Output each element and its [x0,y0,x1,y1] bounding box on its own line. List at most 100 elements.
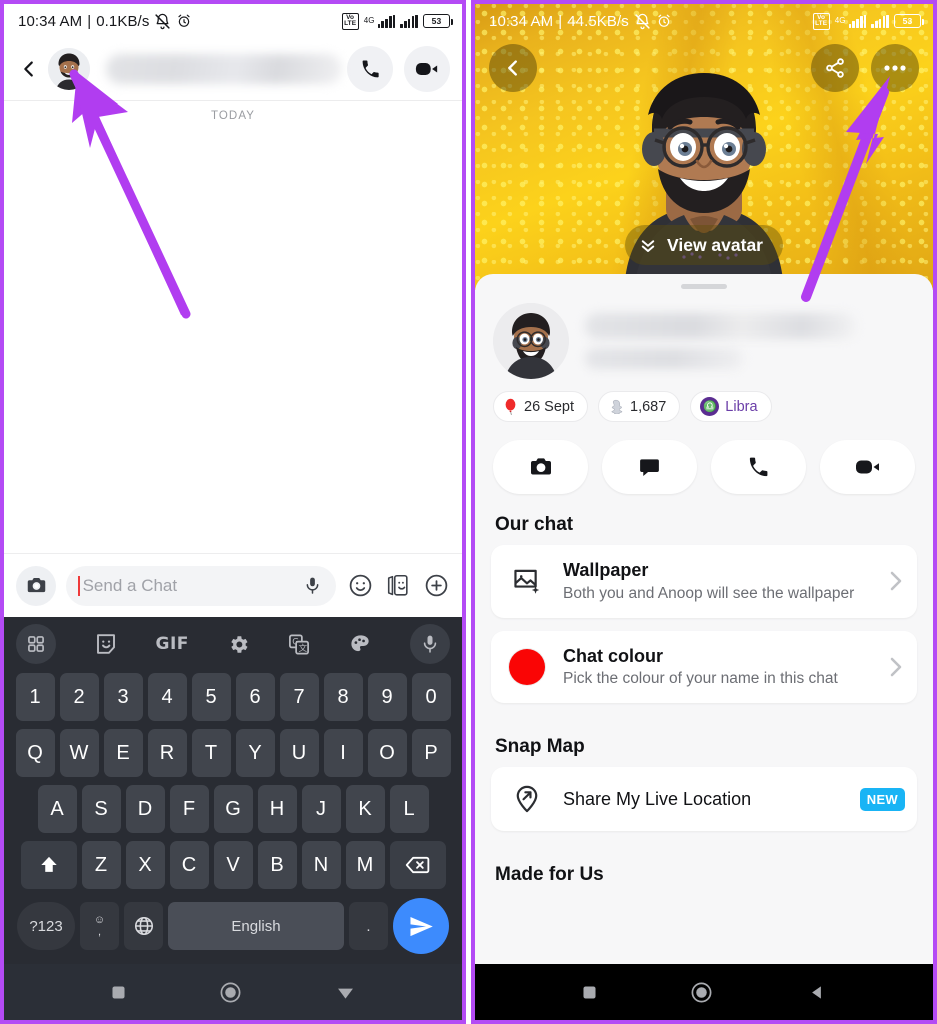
triangle-back-icon[interactable] [335,982,356,1003]
wallpaper-row[interactable]: Wallpaper Both you and Anoop will see th… [491,545,917,618]
key-a[interactable]: A [37,785,77,833]
video-call-button[interactable] [820,440,915,494]
key-p[interactable]: P [411,729,451,777]
key-z[interactable]: Z [81,841,121,889]
sticker-icon[interactable] [94,632,118,656]
wallpaper-subtitle: Both you and Anoop will see the wallpape… [563,584,855,602]
location-pin-arrow-icon [507,784,547,814]
video-call-button[interactable] [404,46,450,92]
status-data-rate: 44.5KB/s [567,12,629,30]
chevron-right-icon [889,570,905,592]
gif-icon[interactable]: GIF [156,634,189,654]
symbols-key[interactable]: ?123 [17,902,75,950]
cameos-icon[interactable] [384,573,412,598]
key-5[interactable]: 5 [191,673,231,721]
profile-identity-row [491,289,917,379]
libra-zodiac-icon: ♎ [700,397,720,416]
emoji-comma-key[interactable]: ☺ , [80,902,119,950]
key-j[interactable]: J [301,785,341,833]
chat-colour-text: Chat colour Pick the colour of your name… [563,645,873,690]
smiley-face-icon[interactable] [346,573,374,598]
triangle-back-icon[interactable] [806,982,827,1003]
send-paper-plane-icon[interactable] [393,898,449,954]
key-w[interactable]: W [59,729,99,777]
zodiac-label: Libra [725,398,758,415]
key-v[interactable]: V [213,841,253,889]
share-live-location-text: Share My Live Location [563,788,844,811]
key-t[interactable]: T [191,729,231,777]
key-q[interactable]: Q [15,729,55,777]
square-recents-icon[interactable] [581,984,598,1001]
back-chevron-icon[interactable] [14,52,44,86]
theme-palette-icon[interactable] [349,633,372,656]
voice-input-icon[interactable] [410,624,450,664]
key-l[interactable]: L [389,785,429,833]
square-recents-icon[interactable] [110,984,127,1001]
chat-colour-title: Chat colour [563,645,664,666]
plus-circle-icon[interactable] [422,573,450,598]
key-3[interactable]: 3 [103,673,143,721]
key-u[interactable]: U [279,729,319,777]
key-e[interactable]: E [103,729,143,777]
camera-icon[interactable] [16,565,56,606]
key-8[interactable]: 8 [323,673,363,721]
key-9[interactable]: 9 [367,673,407,721]
key-y[interactable]: Y [235,729,275,777]
key-g[interactable]: G [213,785,253,833]
share-nodes-icon[interactable] [811,44,859,92]
key-s[interactable]: S [81,785,121,833]
backspace-icon[interactable] [389,841,446,889]
key-n[interactable]: N [301,841,341,889]
contact-name-blurred [106,54,342,84]
space-key[interactable]: English [168,902,344,950]
profile-bitmoji-avatar[interactable] [493,303,569,379]
key-6[interactable]: 6 [235,673,275,721]
key-2[interactable]: 2 [59,673,99,721]
voice-call-button[interactable] [711,440,806,494]
key-i[interactable]: I [323,729,363,777]
view-avatar-label: View avatar [667,234,763,255]
key-m[interactable]: M [345,841,385,889]
voice-call-button[interactable] [347,46,393,92]
left-status-bar: 10:34 AM | 0.1KB/s Vo LTE 4G 53 [4,4,462,38]
key-k[interactable]: K [345,785,385,833]
share-live-location-row[interactable]: Share My Live Location NEW [491,767,917,832]
zodiac-chip[interactable]: ♎ Libra [690,391,772,422]
chat-colour-row[interactable]: Chat colour Pick the colour of your name… [491,630,917,704]
double-chevron-down-icon [639,236,657,254]
key-b[interactable]: B [257,841,297,889]
shift-arrow-icon[interactable] [20,841,77,889]
circle-home-icon[interactable] [690,981,713,1004]
chevron-right-icon [889,656,905,678]
period-key[interactable]: . [349,902,388,950]
key-f[interactable]: F [169,785,209,833]
key-x[interactable]: X [125,841,165,889]
key-r[interactable]: R [147,729,187,777]
key-1[interactable]: 1 [15,673,55,721]
three-dots-more-icon[interactable] [871,44,919,92]
birthday-chip[interactable]: 26 Sept [493,391,588,422]
language-globe-icon[interactable] [124,902,163,950]
view-avatar-button[interactable]: View avatar [625,225,783,265]
battery-level-label: 53 [431,16,442,26]
chat-header [4,38,462,100]
key-0[interactable]: 0 [411,673,451,721]
google-translate-icon[interactable]: G 文 [287,633,311,656]
microphone-icon[interactable] [303,576,322,595]
send-chat-button[interactable] [602,440,697,494]
key-d[interactable]: D [125,785,165,833]
key-h[interactable]: H [257,785,297,833]
settings-gear-icon[interactable] [227,633,250,656]
key-o[interactable]: O [367,729,407,777]
back-chevron-icon[interactable] [489,44,537,92]
circle-home-icon[interactable] [219,981,242,1004]
key-4[interactable]: 4 [147,673,187,721]
profile-hero-banner: 10:34 AM | 44.5KB/s Vo LTE 4G 53 View av… [475,4,933,290]
grid-menu-icon[interactable] [16,624,56,664]
contact-bitmoji-avatar[interactable] [48,48,90,90]
chat-input[interactable]: Send a Chat [66,565,336,606]
key-c[interactable]: C [169,841,209,889]
send-snap-button[interactable] [493,440,588,494]
snapscore-chip[interactable]: 1,687 [598,391,681,422]
key-7[interactable]: 7 [279,673,319,721]
